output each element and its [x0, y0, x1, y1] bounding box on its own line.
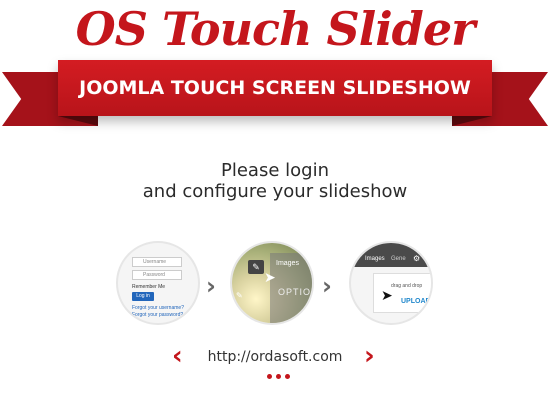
login-button: Log in [132, 292, 154, 301]
images-panel-label: Images [276, 260, 299, 267]
site-url[interactable]: http://ordasoft.com [0, 349, 550, 365]
chevron-right-icon[interactable]: › [364, 343, 375, 369]
step-arrow-icon: › [206, 272, 216, 300]
upload-button: UPLOAD [401, 298, 431, 305]
remember-me-label: Remember Me [132, 284, 166, 290]
pagination-dot[interactable] [276, 374, 281, 379]
ribbon-banner: JOOMLA TOUCH SCREEN SLIDESHOW [58, 60, 492, 116]
options-label: OPTION [278, 287, 312, 297]
cursor-icon: ➤ [264, 269, 276, 285]
drag-drop-text: drag and drop [391, 283, 423, 289]
tab-general: Gene [391, 256, 406, 262]
pagination-dot[interactable] [267, 374, 272, 379]
step-images-circle: Images OPTION ✎ ➤ ✎ [230, 241, 314, 325]
instruction-text: Please login and configure your slidesho… [0, 160, 550, 202]
username-field: Username [132, 257, 182, 267]
ribbon-subtitle: JOOMLA TOUCH SCREEN SLIDESHOW [79, 77, 471, 99]
settings-icon: ⚙ [413, 254, 421, 263]
pagination-dot[interactable] [285, 374, 290, 379]
step-upload-circle: Images Gene ⚙ drag and drop UPLOAD ➤ [349, 241, 433, 325]
instruction-line-1: Please login [221, 160, 329, 181]
title-ribbon: JOOMLA TOUCH SCREEN SLIDESHOW [0, 58, 550, 138]
forgot-password-link: Forgot your password? [132, 312, 184, 318]
app-title: OS Touch Slider [75, 2, 476, 56]
instruction-line-2: and configure your slideshow [142, 181, 408, 202]
forgot-username-link: Forgot your username? [132, 305, 184, 311]
cursor-icon: ➤ [381, 287, 393, 303]
step-login-circle: Username Password Remember Me Log in For… [116, 241, 200, 325]
tab-images: Images [365, 256, 385, 262]
password-field: Password [132, 270, 182, 280]
pagination-dots [267, 374, 290, 379]
edit-icon: ✎ [248, 260, 264, 274]
pencil-icon: ✎ [236, 291, 243, 300]
step-arrow-icon: › [322, 272, 332, 300]
